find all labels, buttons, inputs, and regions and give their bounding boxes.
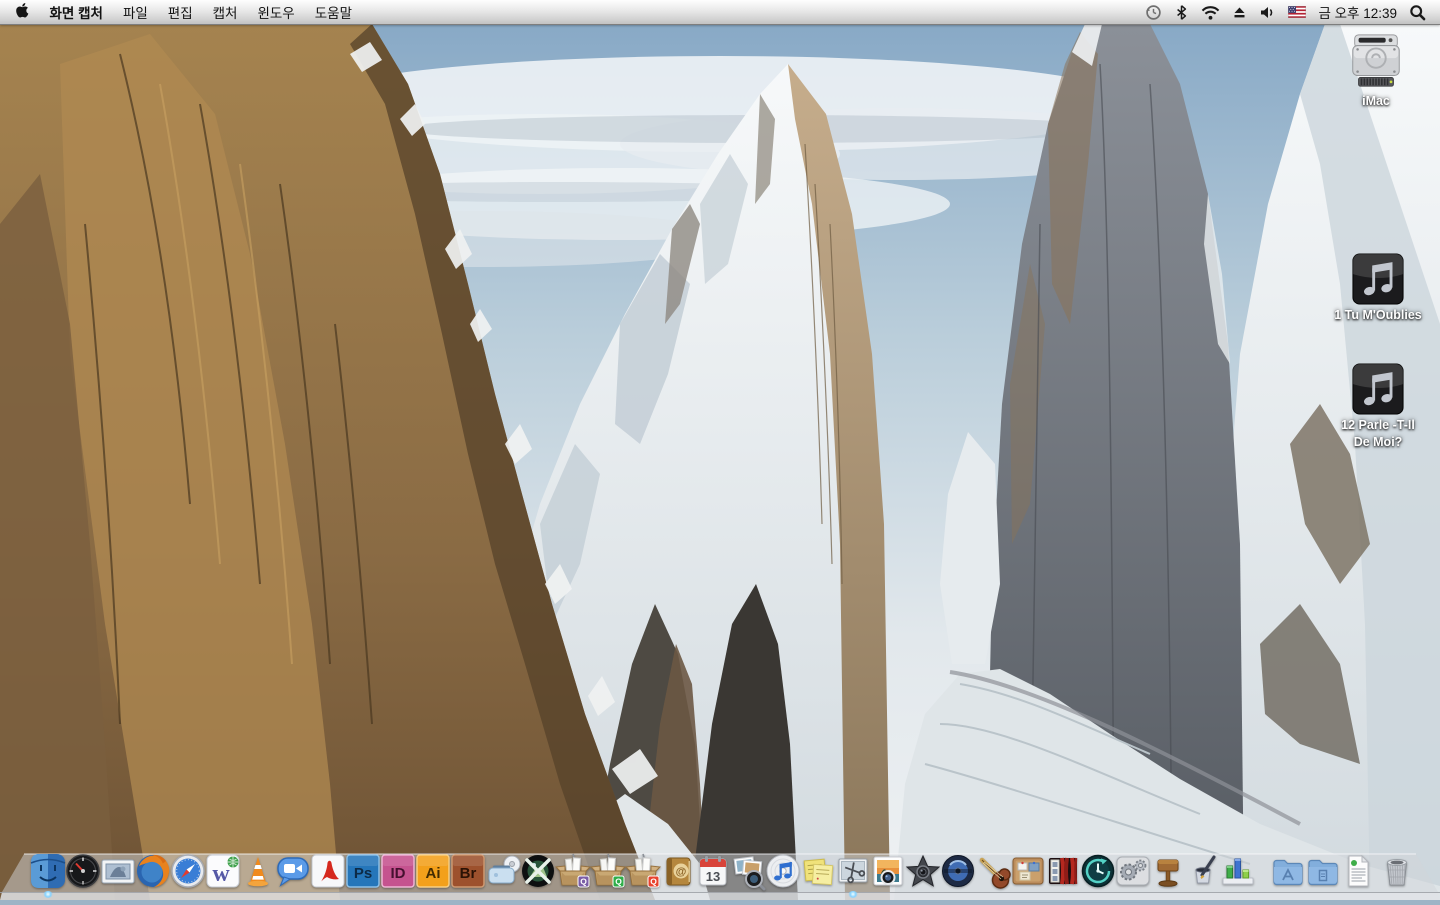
dock-item-document-file[interactable] (1338, 851, 1378, 891)
music-file-2[interactable]: 12 Parle -T-Il De Moi? (1318, 362, 1438, 450)
active-app-name[interactable]: 화면 캡처 (40, 0, 113, 24)
dock-item-illustrator[interactable]: Ai (413, 851, 453, 891)
music-file-2-label: 12 Parle -T-Il (1341, 418, 1415, 433)
dock-item-address-book[interactable]: @ (658, 851, 698, 891)
dock-item-firefox[interactable] (133, 851, 173, 891)
svg-text:Q: Q (580, 877, 587, 887)
desktop: iMac 1 Tu M'Oublies 12 Parle -T-Il De Moi? (0, 24, 1440, 900)
apple-menu[interactable] (0, 0, 40, 24)
imac-hd[interactable]: iMac (1316, 30, 1436, 109)
dock-item-finder[interactable] (28, 851, 68, 891)
dock-items: w Ps ID Ai Br Q Q Q @13 (0, 846, 1440, 900)
dock-item-trash[interactable] (1377, 851, 1417, 891)
dock-item-grab-screen-capture[interactable] (833, 851, 873, 891)
dock: w Ps ID Ai Br Q Q Q @13 (0, 846, 1440, 900)
music-file-1-label: 1 Tu M'Oublies (1334, 308, 1421, 323)
svg-text:w: w (212, 861, 230, 887)
imac-hd-label: iMac (1362, 94, 1390, 109)
dock-item-dashboard[interactable] (63, 851, 103, 891)
dock-item-indesign[interactable]: ID (378, 851, 418, 891)
svg-text:Q: Q (650, 877, 657, 887)
dock-item-toast[interactable] (483, 851, 523, 891)
svg-text:Br: Br (460, 865, 477, 882)
dock-item-documents-folder[interactable] (1303, 851, 1343, 891)
eject-status-icon[interactable] (1226, 0, 1253, 24)
dock-item-numbers[interactable] (1218, 851, 1258, 891)
bluetooth-status-icon[interactable] (1168, 0, 1195, 24)
menu-5[interactable]: 도움말 (305, 0, 362, 24)
dock-item-iphoto[interactable] (868, 851, 908, 891)
svg-text:@: @ (676, 866, 687, 878)
dock-item-bridge[interactable]: Br (448, 851, 488, 891)
music-file-1-icon (1351, 252, 1405, 306)
dock-item-photoshop[interactable]: Ps (343, 851, 383, 891)
dock-item-applications-folder[interactable] (1268, 851, 1308, 891)
dock-item-installer-q-green[interactable]: Q (588, 851, 628, 891)
input-language-flag-icon[interactable] (1282, 0, 1312, 24)
music-file-2-label: De Moi? (1354, 435, 1403, 450)
menubar-clock[interactable]: 금 오후 12:39 (1312, 2, 1403, 22)
running-indicator-grab-screen-capture (848, 891, 858, 898)
menubar-right: 금 오후 12:39 (1139, 0, 1440, 24)
volume-status-icon[interactable] (1253, 0, 1282, 24)
menubar: 화면 캡처 파일편집캡처윈도우도움말 금 오후 12:39 (0, 0, 1440, 25)
dock-item-keynote[interactable] (1148, 851, 1188, 891)
svg-text:Q: Q (615, 877, 622, 887)
dock-item-imovie[interactable] (903, 851, 943, 891)
dock-item-ichat[interactable] (273, 851, 313, 891)
dock-item-acrobat[interactable] (308, 851, 348, 891)
dock-item-installer-q-red[interactable]: Q (623, 851, 663, 891)
dock-item-preview[interactable] (728, 851, 768, 891)
menu-4[interactable]: 윈도우 (247, 0, 304, 24)
music-file-2-icon (1351, 362, 1405, 416)
dock-item-safari[interactable] (168, 851, 208, 891)
status-icons (1139, 0, 1312, 24)
dock-item-mail[interactable] (98, 851, 138, 891)
apple-logo-icon (16, 2, 29, 22)
dock-item-w-web-app[interactable]: w (203, 851, 243, 891)
svg-text:ID: ID (391, 865, 406, 882)
dock-item-photo-booth[interactable] (1043, 851, 1083, 891)
dock-item-quarkxpress[interactable] (518, 851, 558, 891)
dock-item-vlc[interactable] (238, 851, 278, 891)
menu-1[interactable]: 파일 (113, 0, 158, 24)
wallpaper-mountains (0, 24, 1440, 900)
dock-item-installer-q-purple[interactable]: Q (553, 851, 593, 891)
dock-item-system-preferences[interactable] (1113, 851, 1153, 891)
dock-item-idvd[interactable] (938, 851, 978, 891)
menubar-left: 화면 캡처 파일편집캡처윈도우도움말 (0, 0, 362, 24)
dock-item-pages[interactable] (1183, 851, 1223, 891)
dock-item-stickies[interactable] (798, 851, 838, 891)
spotlight-button[interactable] (1403, 0, 1432, 24)
running-indicator-finder (43, 891, 53, 898)
menu-2[interactable]: 편집 (158, 0, 203, 24)
time-machine-status-icon[interactable] (1139, 0, 1168, 24)
dock-item-iweb[interactable] (1008, 851, 1048, 891)
dock-item-garageband[interactable] (973, 851, 1013, 891)
music-file-1[interactable]: 1 Tu M'Oublies (1318, 252, 1438, 323)
dock-item-itunes[interactable] (763, 851, 803, 891)
svg-text:Ai: Ai (426, 865, 441, 882)
menu-items: 파일편집캡처윈도우도움말 (113, 0, 362, 24)
svg-text:Ps: Ps (354, 865, 372, 882)
wifi-status-icon[interactable] (1195, 0, 1226, 24)
imac-hd-icon (1345, 30, 1407, 92)
dock-item-time-machine[interactable] (1078, 851, 1118, 891)
svg-text:13: 13 (706, 869, 720, 884)
menu-3[interactable]: 캡처 (203, 0, 248, 24)
dock-item-ical[interactable]: 13 (693, 851, 733, 891)
